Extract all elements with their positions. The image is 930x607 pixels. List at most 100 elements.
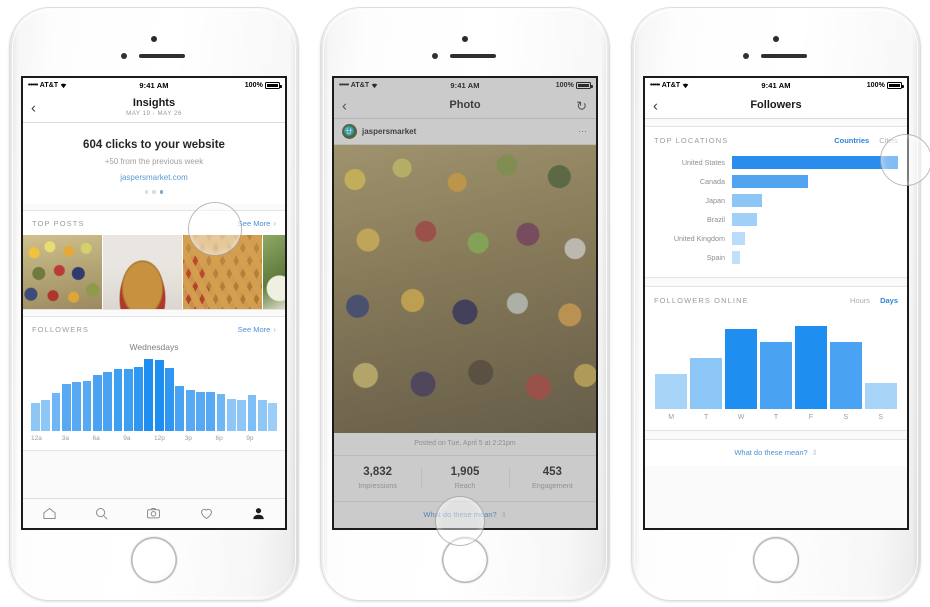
clock-label: 9:41 AM	[139, 81, 169, 90]
location-bar	[732, 175, 809, 188]
followers-online-header: FOLLOWERS ONLINE Hours Days	[645, 287, 907, 311]
followers-see-more-button[interactable]: See More ›	[238, 325, 276, 334]
carousel-pagination[interactable]	[33, 190, 275, 196]
hourly-bar	[144, 359, 154, 431]
hourly-bar	[123, 369, 133, 431]
hourly-bar	[113, 369, 123, 431]
post-thumbnail-apple-pie[interactable]	[103, 234, 183, 309]
hourly-bar	[226, 399, 236, 431]
chevron-left-icon[interactable]: ‹	[653, 98, 658, 113]
wifi-icon	[60, 82, 67, 89]
top-posts-see-more-button[interactable]: See More ›	[238, 219, 276, 228]
top-locations-header: TOP LOCATIONS Countries Cities	[645, 127, 907, 151]
location-label: Brazil	[707, 215, 725, 224]
followers-online-label: FOLLOWERS ONLINE	[654, 296, 749, 305]
bottom-tabbar	[23, 498, 285, 528]
what-do-these-mean-button[interactable]: What do these mean? ⇩	[645, 439, 907, 466]
date-range-label: MAY 19 - MAY 26	[126, 110, 182, 117]
hourly-bar	[247, 395, 257, 431]
tab-activity[interactable]	[196, 504, 216, 524]
pagination-dot-active[interactable]	[159, 190, 164, 194]
hourly-bar	[216, 393, 226, 431]
top-locations-label: TOP LOCATIONS	[654, 136, 729, 145]
phone-device-insights: ••••• AT&T 9:41 AM 100% ‹ Insights MAY 1…	[10, 8, 298, 600]
proximity-sensor	[432, 53, 438, 59]
top-posts-card: TOP POSTS See More ›	[23, 209, 285, 310]
location-row: Japan	[654, 191, 898, 210]
post-thumbnail-greens[interactable]	[263, 234, 285, 309]
clicks-headline: 604 clicks to your website	[83, 139, 225, 151]
chevron-down-icon: ⇩	[811, 450, 818, 457]
signal-dots-icon: •••••	[339, 82, 349, 89]
post-stat-label: Reach	[454, 481, 476, 490]
tab-profile[interactable]	[249, 504, 269, 524]
tab-camera[interactable]	[144, 504, 164, 524]
what-mean-label: What do these mean?	[734, 448, 808, 457]
hourly-bar	[72, 382, 82, 431]
post-photo[interactable]	[334, 145, 596, 433]
hourly-axis-tick: 9a	[123, 434, 131, 442]
clock-label: 9:41 AM	[761, 81, 791, 90]
day-bar	[689, 358, 723, 409]
insights-scroll[interactable]: 604 clicks to your website +50 from the …	[23, 123, 285, 498]
top-posts-label: TOP POSTS	[32, 218, 85, 228]
hourly-axis-tick: 3a	[61, 434, 69, 442]
chevron-left-icon[interactable]: ‹	[31, 100, 36, 115]
followers-scroll[interactable]: TOP LOCATIONS Countries Cities United St…	[645, 119, 907, 528]
location-bar-track	[732, 156, 898, 169]
carrier-label: AT&T	[661, 82, 681, 89]
home-button[interactable]	[131, 537, 177, 583]
daily-followers-bar-chart	[645, 311, 907, 409]
hourly-bar	[185, 389, 195, 431]
hourly-bar	[51, 392, 61, 431]
tab-home[interactable]	[39, 504, 59, 524]
post-stat-value: 1,905	[450, 466, 480, 478]
chevron-left-icon[interactable]: ‹	[342, 98, 347, 113]
battery-percent-label: 100%	[866, 82, 885, 89]
hourly-bar	[237, 399, 247, 431]
home-button[interactable]	[753, 537, 799, 583]
pagination-dot[interactable]	[144, 190, 149, 194]
hourly-bar	[82, 381, 92, 431]
day-axis-tick: S	[843, 414, 849, 421]
hourly-bar	[196, 391, 205, 431]
hourly-bar	[257, 399, 267, 431]
earpiece-speaker	[139, 54, 185, 58]
hourly-bar	[206, 391, 216, 431]
location-bar	[732, 232, 746, 245]
online-segmented-control[interactable]: Hours Days	[850, 296, 898, 305]
location-bar	[732, 156, 898, 169]
tab-hours[interactable]: Hours	[850, 296, 870, 305]
location-row: United States	[654, 153, 898, 172]
hourly-axis-tick: 12a	[31, 434, 42, 442]
hourly-bar	[165, 367, 174, 431]
post-thumbnail-produce-market[interactable]	[23, 234, 103, 309]
location-bar-track	[732, 175, 898, 188]
chevron-right-icon: ›	[273, 218, 276, 228]
more-options-icon[interactable]: ⋯	[578, 126, 588, 137]
clicks-comparison: +50 from the previous week	[104, 157, 204, 166]
location-label: United States	[681, 158, 725, 167]
tab-countries[interactable]: Countries	[834, 136, 869, 145]
proximity-sensor	[121, 53, 127, 59]
tab-search[interactable]	[92, 504, 112, 524]
location-label: Japan	[705, 196, 725, 205]
pagination-dot[interactable]	[152, 190, 156, 194]
username-label[interactable]: jaspersmarket	[362, 127, 573, 136]
hourly-bar	[154, 360, 164, 431]
screen-photo-insights: ••••• AT&T 9:41 AM 100% ‹ Photo ↻ ⛎ jasp…	[334, 78, 596, 528]
see-more-label: See More	[237, 218, 271, 228]
chevron-right-icon: ›	[273, 324, 276, 334]
location-bar-track	[732, 251, 898, 264]
battery-full-icon	[576, 82, 593, 89]
chart-caption: Wednesdays	[129, 341, 179, 352]
post-stat: 1,905 Reach	[421, 466, 508, 490]
day-bar	[829, 342, 863, 409]
see-more-label: See More	[237, 324, 271, 334]
location-label: Canada	[699, 177, 725, 186]
post-author-row[interactable]: ⛎ jaspersmarket ⋯	[334, 119, 596, 145]
posted-timestamp: Posted on Tue, April 5 at 2:21pm	[334, 433, 596, 456]
refresh-icon[interactable]: ↻	[576, 99, 587, 112]
website-link[interactable]: jaspersmarket.com	[33, 173, 275, 182]
tab-days[interactable]: Days	[880, 296, 898, 305]
